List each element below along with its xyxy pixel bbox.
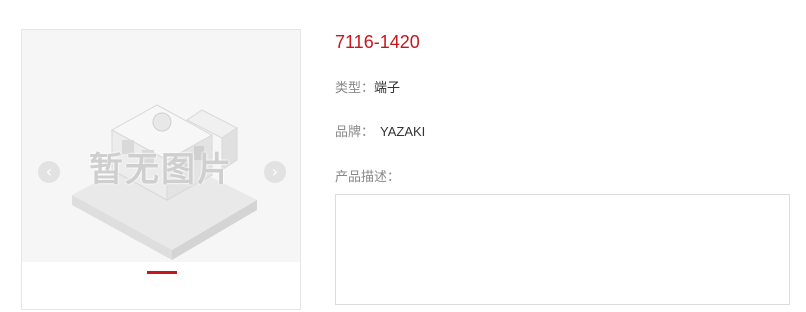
- type-value: 端子: [374, 80, 401, 95]
- brand-label: 品牌：: [335, 124, 375, 139]
- product-description-row: 产品描述：: [335, 169, 400, 185]
- product-detail-page: 暂无图片 ‹ › 7116-1420 类型：端子 品牌： YAZAKI 产品描述：: [0, 0, 806, 312]
- product-image-placeholder[interactable]: 暂无图片 ‹ ›: [22, 30, 300, 262]
- product-title: 7116-1420: [335, 32, 420, 52]
- no-image-text: 暂无图片: [89, 150, 233, 190]
- product-brand-row: 品牌： YAZAKI: [335, 124, 425, 140]
- description-label: 产品描述：: [335, 169, 401, 184]
- gallery-pager-active-dot[interactable]: [147, 271, 177, 274]
- product-description-box: [335, 194, 790, 305]
- type-label: 类型：: [335, 80, 375, 95]
- chevron-right-icon: ›: [271, 162, 279, 181]
- next-image-button[interactable]: ›: [264, 161, 286, 183]
- brand-value: YAZAKI: [380, 124, 426, 139]
- previous-image-button[interactable]: ‹: [38, 161, 60, 183]
- product-image-gallery: 暂无图片 ‹ ›: [21, 29, 301, 310]
- chevron-left-icon: ‹: [45, 162, 53, 181]
- product-type-row: 类型：端子: [335, 80, 400, 96]
